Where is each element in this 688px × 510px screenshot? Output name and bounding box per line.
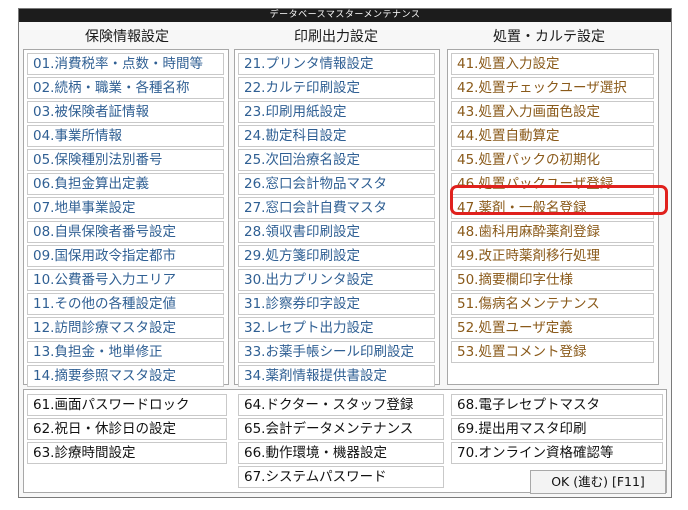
menu-item-13[interactable]: 13.負担金・地単修正 bbox=[27, 341, 224, 363]
menu-item-14[interactable]: 14.摘要参照マスタ設定 bbox=[27, 365, 224, 387]
menu-item-43[interactable]: 43.処置入力画面色設定 bbox=[451, 101, 654, 123]
menu-item-65[interactable]: 65.会計データメンテナンス bbox=[238, 418, 444, 440]
treatment-chart-settings-panel: 41.処置入力設定 42.処置チェックユーザ選択 43.処置入力画面色設定 44… bbox=[447, 49, 659, 385]
menu-item-02[interactable]: 02.続柄・職業・各種名称 bbox=[27, 77, 224, 99]
menu-item-24[interactable]: 24.勘定科目設定 bbox=[238, 125, 435, 147]
menu-item-12[interactable]: 12.訪問診療マスタ設定 bbox=[27, 317, 224, 339]
menu-item-27[interactable]: 27.窓口会計自費マスタ bbox=[238, 197, 435, 219]
menu-item-52[interactable]: 52.処置ユーザ定義 bbox=[451, 317, 654, 339]
menu-item-42[interactable]: 42.処置チェックユーザ選択 bbox=[451, 77, 654, 99]
menu-item-28[interactable]: 28.領収書印刷設定 bbox=[238, 221, 435, 243]
menu-item-03[interactable]: 03.被保険者証情報 bbox=[27, 101, 224, 123]
menu-item-04[interactable]: 04.事業所情報 bbox=[27, 125, 224, 147]
menu-item-08[interactable]: 08.自県保険者番号設定 bbox=[27, 221, 224, 243]
window-title: データベースマスターメンテナンス bbox=[19, 9, 671, 22]
print-output-settings-panel: 21.プリンタ情報設定 22.カルテ印刷設定 23.印刷用紙設定 24.勘定科目… bbox=[234, 49, 440, 387]
menu-item-47[interactable]: 47.薬剤・一般名登録 bbox=[451, 197, 654, 219]
menu-item-64[interactable]: 64.ドクター・スタッフ登録 bbox=[238, 394, 444, 416]
menu-item-67[interactable]: 67.システムパスワード bbox=[238, 466, 444, 488]
menu-item-50[interactable]: 50.摘要欄印字仕様 bbox=[451, 269, 654, 291]
menu-item-29[interactable]: 29.処方箋印刷設定 bbox=[238, 245, 435, 267]
menu-item-53[interactable]: 53.処置コメント登録 bbox=[451, 341, 654, 363]
insurance-settings-panel: 01.消費税率・点数・時間等 02.続柄・職業・各種名称 03.被保険者証情報 … bbox=[23, 49, 229, 387]
menu-item-31[interactable]: 31.診察券印字設定 bbox=[238, 293, 435, 315]
menu-item-69[interactable]: 69.提出用マスタ印刷 bbox=[451, 418, 663, 440]
menu-item-63[interactable]: 63.診療時間設定 bbox=[27, 442, 227, 464]
menu-item-44[interactable]: 44.処置自動算定 bbox=[451, 125, 654, 147]
menu-item-45[interactable]: 45.処置パックの初期化 bbox=[451, 149, 654, 171]
menu-item-10[interactable]: 10.公費番号入力エリア bbox=[27, 269, 224, 291]
menu-item-61[interactable]: 61.画面パスワードロック bbox=[27, 394, 227, 416]
database-master-maintenance-window: データベースマスターメンテナンス 保険情報設定 印刷出力設定 処置・カルテ設定 … bbox=[18, 8, 672, 498]
menu-item-11[interactable]: 11.その他の各種設定値 bbox=[27, 293, 224, 315]
menu-item-62[interactable]: 62.祝日・休診日の設定 bbox=[27, 418, 227, 440]
menu-item-07[interactable]: 07.地単事業設定 bbox=[27, 197, 224, 219]
menu-item-05[interactable]: 05.保険種別法別番号 bbox=[27, 149, 224, 171]
menu-item-26[interactable]: 26.窓口会計物品マスタ bbox=[238, 173, 435, 195]
menu-item-70[interactable]: 70.オンライン資格確認等 bbox=[451, 442, 663, 464]
menu-item-46[interactable]: 46.処置パックユーザ登録 bbox=[451, 173, 654, 195]
header-insurance-settings: 保険情報設定 bbox=[85, 29, 169, 45]
menu-item-09[interactable]: 09.国保用政令指定都市 bbox=[27, 245, 224, 267]
menu-item-06[interactable]: 06.負担金算出定義 bbox=[27, 173, 224, 195]
menu-item-30[interactable]: 30.出力プリンタ設定 bbox=[238, 269, 435, 291]
menu-item-41[interactable]: 41.処置入力設定 bbox=[451, 53, 654, 75]
menu-item-34[interactable]: 34.薬剤情報提供書設定 bbox=[238, 365, 435, 387]
menu-item-25[interactable]: 25.次回治療名設定 bbox=[238, 149, 435, 171]
menu-item-23[interactable]: 23.印刷用紙設定 bbox=[238, 101, 435, 123]
menu-item-49[interactable]: 49.改正時薬剤移行処理 bbox=[451, 245, 654, 267]
menu-item-51[interactable]: 51.傷病名メンテナンス bbox=[451, 293, 654, 315]
menu-item-48[interactable]: 48.歯科用麻酔薬剤登録 bbox=[451, 221, 654, 243]
menu-item-32[interactable]: 32.レセプト出力設定 bbox=[238, 317, 435, 339]
menu-item-68[interactable]: 68.電子レセプトマスタ bbox=[451, 394, 663, 416]
menu-item-33[interactable]: 33.お薬手帳シール印刷設定 bbox=[238, 341, 435, 363]
menu-item-22[interactable]: 22.カルテ印刷設定 bbox=[238, 77, 435, 99]
menu-item-66[interactable]: 66.動作環境・機器設定 bbox=[238, 442, 444, 464]
ok-proceed-button[interactable]: OK (進む) [F11] bbox=[530, 470, 666, 494]
header-print-output-settings: 印刷出力設定 bbox=[294, 29, 378, 45]
header-treatment-chart-settings: 処置・カルテ設定 bbox=[493, 29, 605, 45]
menu-item-01[interactable]: 01.消費税率・点数・時間等 bbox=[27, 53, 224, 75]
menu-item-21[interactable]: 21.プリンタ情報設定 bbox=[238, 53, 435, 75]
